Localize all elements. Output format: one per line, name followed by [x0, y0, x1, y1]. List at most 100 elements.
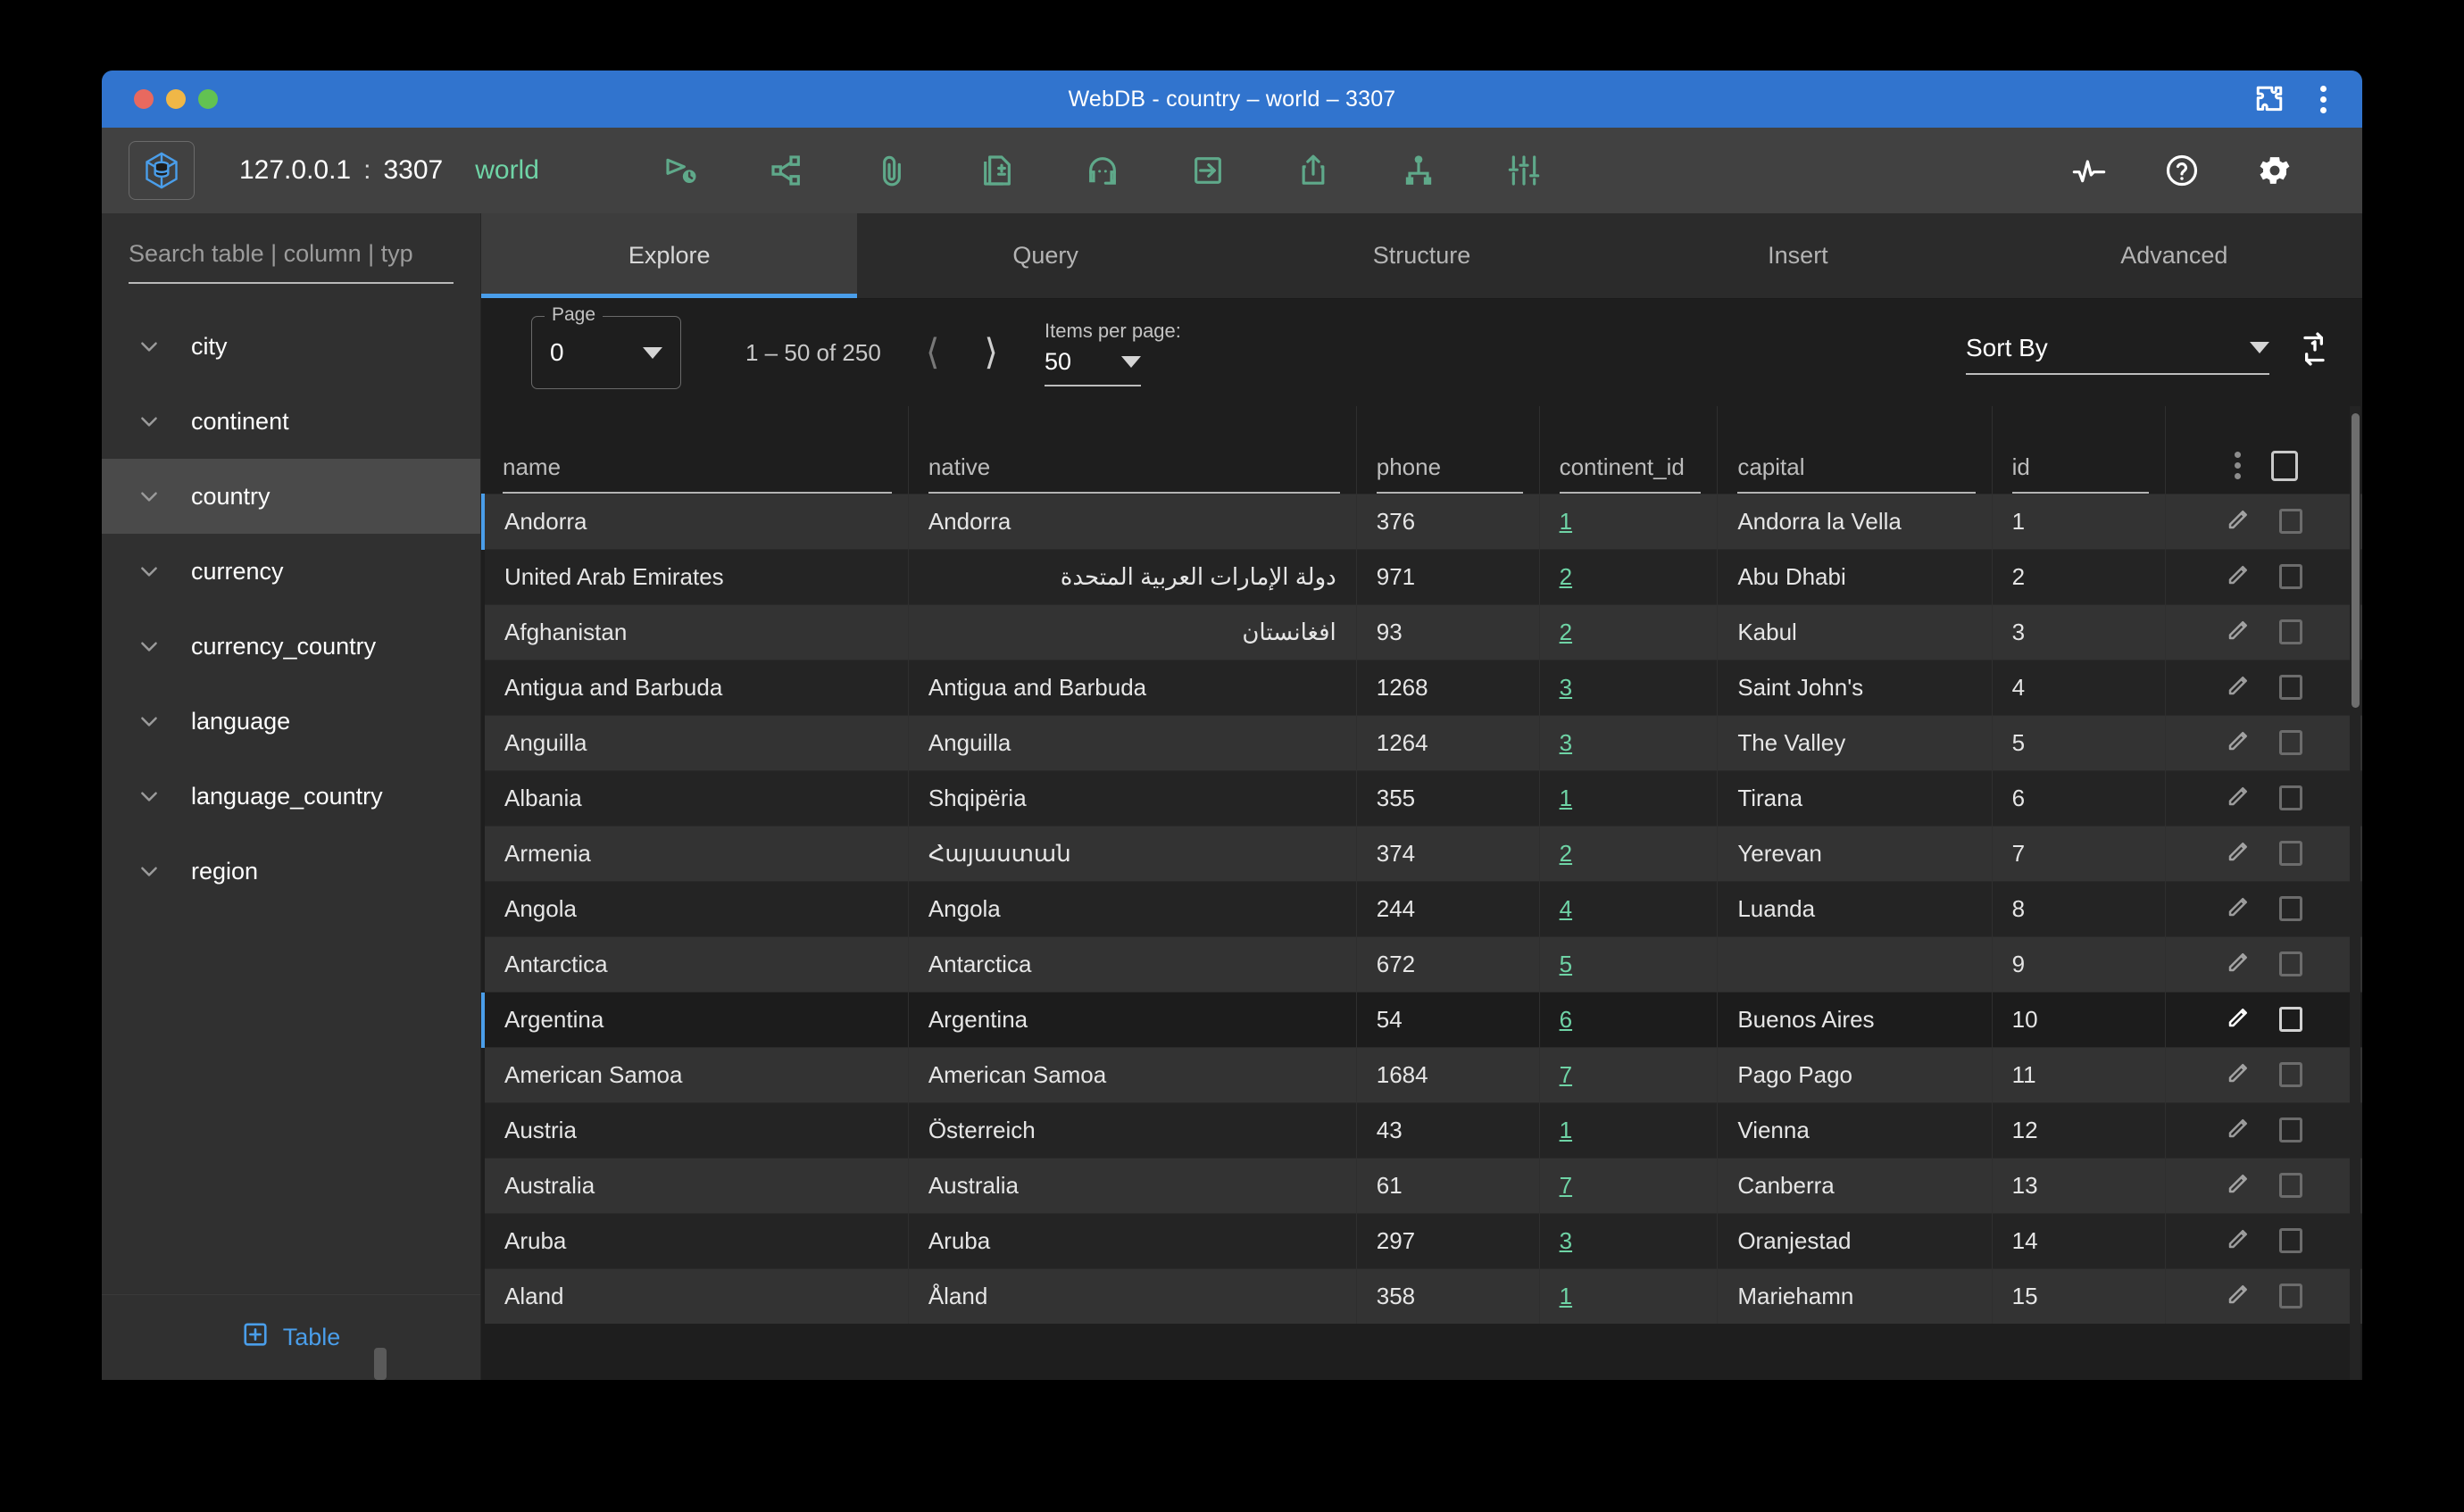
foreign-key-link[interactable]: 7: [1560, 1061, 1572, 1088]
pencil-icon[interactable]: [2226, 616, 2252, 649]
cell-capital[interactable]: Mariehamn: [1717, 1267, 1993, 1324]
repeat-one-icon[interactable]: [2296, 331, 2332, 371]
cell-continent_id[interactable]: 3: [1539, 659, 1719, 715]
row-select-checkbox[interactable]: [2279, 619, 2303, 644]
chevron-down-icon[interactable]: [129, 560, 170, 583]
row-select-checkbox[interactable]: [2279, 1062, 2303, 1087]
cell-name[interactable]: Armenia: [483, 825, 909, 881]
pencil-icon[interactable]: [2226, 561, 2252, 594]
cell-phone[interactable]: 54: [1356, 991, 1540, 1047]
gear-icon[interactable]: [2228, 152, 2321, 189]
row-select-checkbox[interactable]: [2279, 951, 2303, 976]
cell-id[interactable]: 4: [1992, 659, 2167, 715]
row-select-checkbox[interactable]: [2279, 564, 2303, 589]
cell-native[interactable]: افغانستان: [908, 603, 1357, 660]
table-row[interactable]: Afghanistan افغانستان 93 2 Kabul 3: [483, 603, 2362, 660]
sidebar-horizontal-scrollbar[interactable]: [374, 1348, 387, 1380]
cell-continent_id[interactable]: 2: [1539, 825, 1719, 881]
minimize-window-button[interactable]: [166, 89, 186, 109]
cell-phone[interactable]: 672: [1356, 935, 1540, 992]
chevron-down-icon[interactable]: [129, 710, 170, 733]
column-header-phone[interactable]: phone: [1356, 406, 1540, 494]
cell-capital[interactable]: Yerevan: [1717, 825, 1993, 881]
cell-native[interactable]: دولة الإمارات العربية المتحدة: [908, 548, 1357, 604]
cell-continent_id[interactable]: 1: [1539, 769, 1719, 826]
tab-advanced[interactable]: Advanced: [1986, 213, 2362, 298]
cell-name[interactable]: Angola: [483, 880, 909, 936]
cell-phone[interactable]: 1264: [1356, 714, 1540, 770]
cell-name[interactable]: Afghanistan: [483, 603, 909, 660]
maximize-window-button[interactable]: [198, 89, 218, 109]
cell-phone[interactable]: 297: [1356, 1212, 1540, 1268]
kebab-menu-icon[interactable]: [2320, 85, 2327, 113]
cell-id[interactable]: 2: [1992, 548, 2167, 604]
row-select-checkbox[interactable]: [2279, 1007, 2303, 1032]
close-window-button[interactable]: [134, 89, 154, 109]
cell-continent_id[interactable]: 7: [1539, 1157, 1719, 1213]
cell-id[interactable]: 8: [1992, 880, 2167, 936]
cell-phone[interactable]: 374: [1356, 825, 1540, 881]
cell-phone[interactable]: 355: [1356, 769, 1540, 826]
cell-id[interactable]: 10: [1992, 991, 2167, 1047]
cell-name[interactable]: United Arab Emirates: [483, 548, 909, 604]
cell-continent_id[interactable]: 4: [1539, 880, 1719, 936]
help-circle-icon[interactable]: [2135, 153, 2228, 188]
cell-phone[interactable]: 93: [1356, 603, 1540, 660]
sidebar-item-country[interactable]: country: [102, 459, 480, 534]
foreign-key-link[interactable]: 3: [1560, 729, 1572, 756]
export-icon[interactable]: [1261, 153, 1366, 188]
cell-name[interactable]: Argentina: [481, 991, 909, 1047]
cell-phone[interactable]: 376: [1356, 493, 1540, 549]
diff-document-icon[interactable]: [945, 153, 1050, 188]
foreign-key-link[interactable]: 7: [1560, 1172, 1572, 1199]
search-input[interactable]: [129, 237, 454, 284]
cell-capital[interactable]: Vienna: [1717, 1101, 1993, 1158]
column-filter-phone[interactable]: phone: [1376, 453, 1523, 494]
pencil-icon[interactable]: [2226, 837, 2252, 870]
sidebar-item-currency[interactable]: currency: [102, 534, 480, 609]
pencil-icon[interactable]: [2226, 1003, 2252, 1036]
cell-continent_id[interactable]: 6: [1539, 991, 1719, 1047]
share-graph-icon[interactable]: [734, 153, 839, 188]
cell-name[interactable]: American Samoa: [483, 1046, 909, 1102]
sidebar-item-language[interactable]: language: [102, 684, 480, 759]
column-filter-continent_id[interactable]: continent_id: [1559, 453, 1702, 494]
cell-native[interactable]: Åland: [908, 1267, 1357, 1324]
cell-capital[interactable]: Kabul: [1717, 603, 1993, 660]
column-header-continent_id[interactable]: continent_id: [1539, 406, 1719, 494]
cell-capital[interactable]: The Valley: [1717, 714, 1993, 770]
pencil-icon[interactable]: [2226, 671, 2252, 704]
cell-native[interactable]: Angola: [908, 880, 1357, 936]
cell-id[interactable]: 14: [1992, 1212, 2167, 1268]
chevron-down-icon[interactable]: [129, 485, 170, 508]
cell-phone[interactable]: 358: [1356, 1267, 1540, 1324]
cell-phone[interactable]: 61: [1356, 1157, 1540, 1213]
foreign-key-link[interactable]: 1: [1560, 508, 1572, 535]
foreign-key-link[interactable]: 3: [1560, 674, 1572, 701]
select-all-checkbox[interactable]: [2270, 450, 2298, 481]
cell-native[interactable]: Aruba: [908, 1212, 1357, 1268]
cell-continent_id[interactable]: 3: [1539, 714, 1719, 770]
cell-phone[interactable]: 971: [1356, 548, 1540, 604]
cell-id[interactable]: 3: [1992, 603, 2167, 660]
cell-capital[interactable]: Luanda: [1717, 880, 1993, 936]
row-select-checkbox[interactable]: [2279, 509, 2303, 534]
table-row[interactable]: Antarctica Antarctica 672 5 9: [483, 935, 2362, 992]
chevron-down-icon[interactable]: [129, 785, 170, 808]
row-select-checkbox[interactable]: [2279, 1173, 2303, 1198]
import-icon[interactable]: [1155, 153, 1261, 188]
pencil-icon[interactable]: [2226, 727, 2252, 760]
puzzle-icon[interactable]: [2254, 84, 2285, 114]
add-table-button[interactable]: Table: [242, 1321, 340, 1354]
foreign-key-link[interactable]: 2: [1560, 840, 1572, 867]
cell-continent_id[interactable]: 1: [1539, 493, 1719, 549]
cell-capital[interactable]: Buenos Aires: [1717, 991, 1993, 1047]
foreign-key-link[interactable]: 4: [1560, 895, 1572, 922]
table-row[interactable]: Anguilla Anguilla 1264 3 The Valley 5: [483, 714, 2362, 770]
cell-id[interactable]: 6: [1992, 769, 2167, 826]
cell-capital[interactable]: Saint John's: [1717, 659, 1993, 715]
foreign-key-link[interactable]: 1: [1560, 1117, 1572, 1143]
cell-native[interactable]: Հայաստան: [908, 825, 1357, 881]
cell-native[interactable]: Antarctica: [908, 935, 1357, 992]
cell-id[interactable]: 7: [1992, 825, 2167, 881]
